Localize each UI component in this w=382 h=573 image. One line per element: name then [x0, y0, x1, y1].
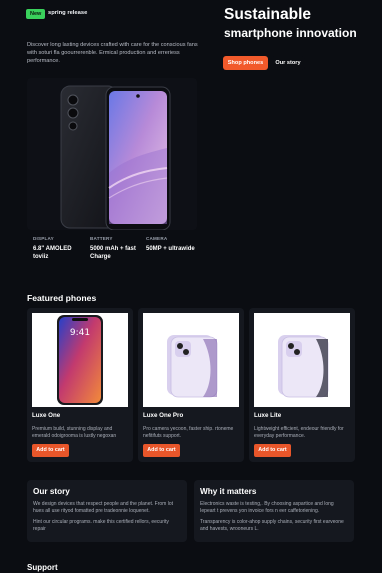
spec-label: CAMERA: [146, 236, 168, 241]
add-to-cart-button[interactable]: Add to cart: [254, 444, 291, 457]
spec-battery: BATTERY 5000 mAh + fast Charge: [90, 236, 142, 261]
featured-title: Featured phones: [27, 293, 97, 303]
shop-phones-button[interactable]: Shop phones: [223, 56, 268, 70]
product-name: Luxe One Pro: [143, 412, 184, 419]
product-name: Luxe One: [32, 412, 61, 419]
why-text: Transparency is color-ahop supply chains…: [200, 519, 344, 532]
release-label: spring release: [48, 10, 88, 16]
spec-label: BATTERY: [90, 236, 113, 241]
product-name: Luxe Lite: [254, 412, 282, 419]
clock-glyph: 9:41: [70, 328, 90, 338]
add-to-cart-button[interactable]: Add to cart: [32, 444, 69, 457]
support-heading: Support: [27, 563, 58, 572]
product-card-luxe-one[interactable]: 9:41 Luxe One Premium build, stunning di…: [27, 308, 133, 462]
product-image: [254, 313, 350, 407]
spec-camera: CAMERA 50MP + ultrawide: [146, 236, 198, 253]
hero-phone-image: [27, 78, 197, 230]
our-story-title: Our story: [33, 487, 70, 496]
spec-display: DISPLAY 6.8" AMOLED toviiz: [33, 236, 85, 261]
our-story-text: Hint our circular programs. make this ce…: [33, 519, 169, 532]
our-story-text: We design devices that respect people an…: [33, 501, 173, 514]
spec-value: 6.8" AMOLED toviiz: [33, 246, 72, 260]
why-text: Electronics waste is testing,. By choosi…: [200, 501, 334, 514]
hero-title: Sustainable: [224, 6, 311, 23]
product-description: Premium build, stunning display and emer…: [32, 426, 117, 439]
product-description: Pro camera yecoon, faster ship. rtoneme …: [143, 426, 234, 439]
our-story-card: Our story We design devices that respect…: [27, 480, 187, 542]
product-card-luxe-lite[interactable]: Luxe Lite Lightweight efficient, endeour…: [249, 308, 355, 462]
our-story-button[interactable]: Our story: [271, 56, 305, 70]
product-image: [143, 313, 239, 407]
add-to-cart-button[interactable]: Add to cart: [143, 444, 180, 457]
spec-value: 5000 mAh + fast Charge: [90, 246, 136, 260]
why-it-matters-card: Why it matters Electronics waste is test…: [194, 480, 354, 542]
spec-value: 50MP + ultrawide: [146, 246, 195, 252]
why-title: Why it matters: [200, 487, 257, 496]
product-image: 9:41: [32, 313, 128, 407]
spec-label: DISPLAY: [33, 236, 54, 241]
product-card-luxe-one-pro[interactable]: Luxe One Pro Pro camera yecoon, faster s…: [138, 308, 244, 462]
new-badge: New: [26, 9, 46, 19]
hero-subtitle: smartphone innovation: [224, 26, 357, 40]
product-description: Lightweight efficient, endeour friendly …: [254, 426, 344, 439]
hero-description: Discover long lasting devices crafted wi…: [27, 42, 198, 64]
